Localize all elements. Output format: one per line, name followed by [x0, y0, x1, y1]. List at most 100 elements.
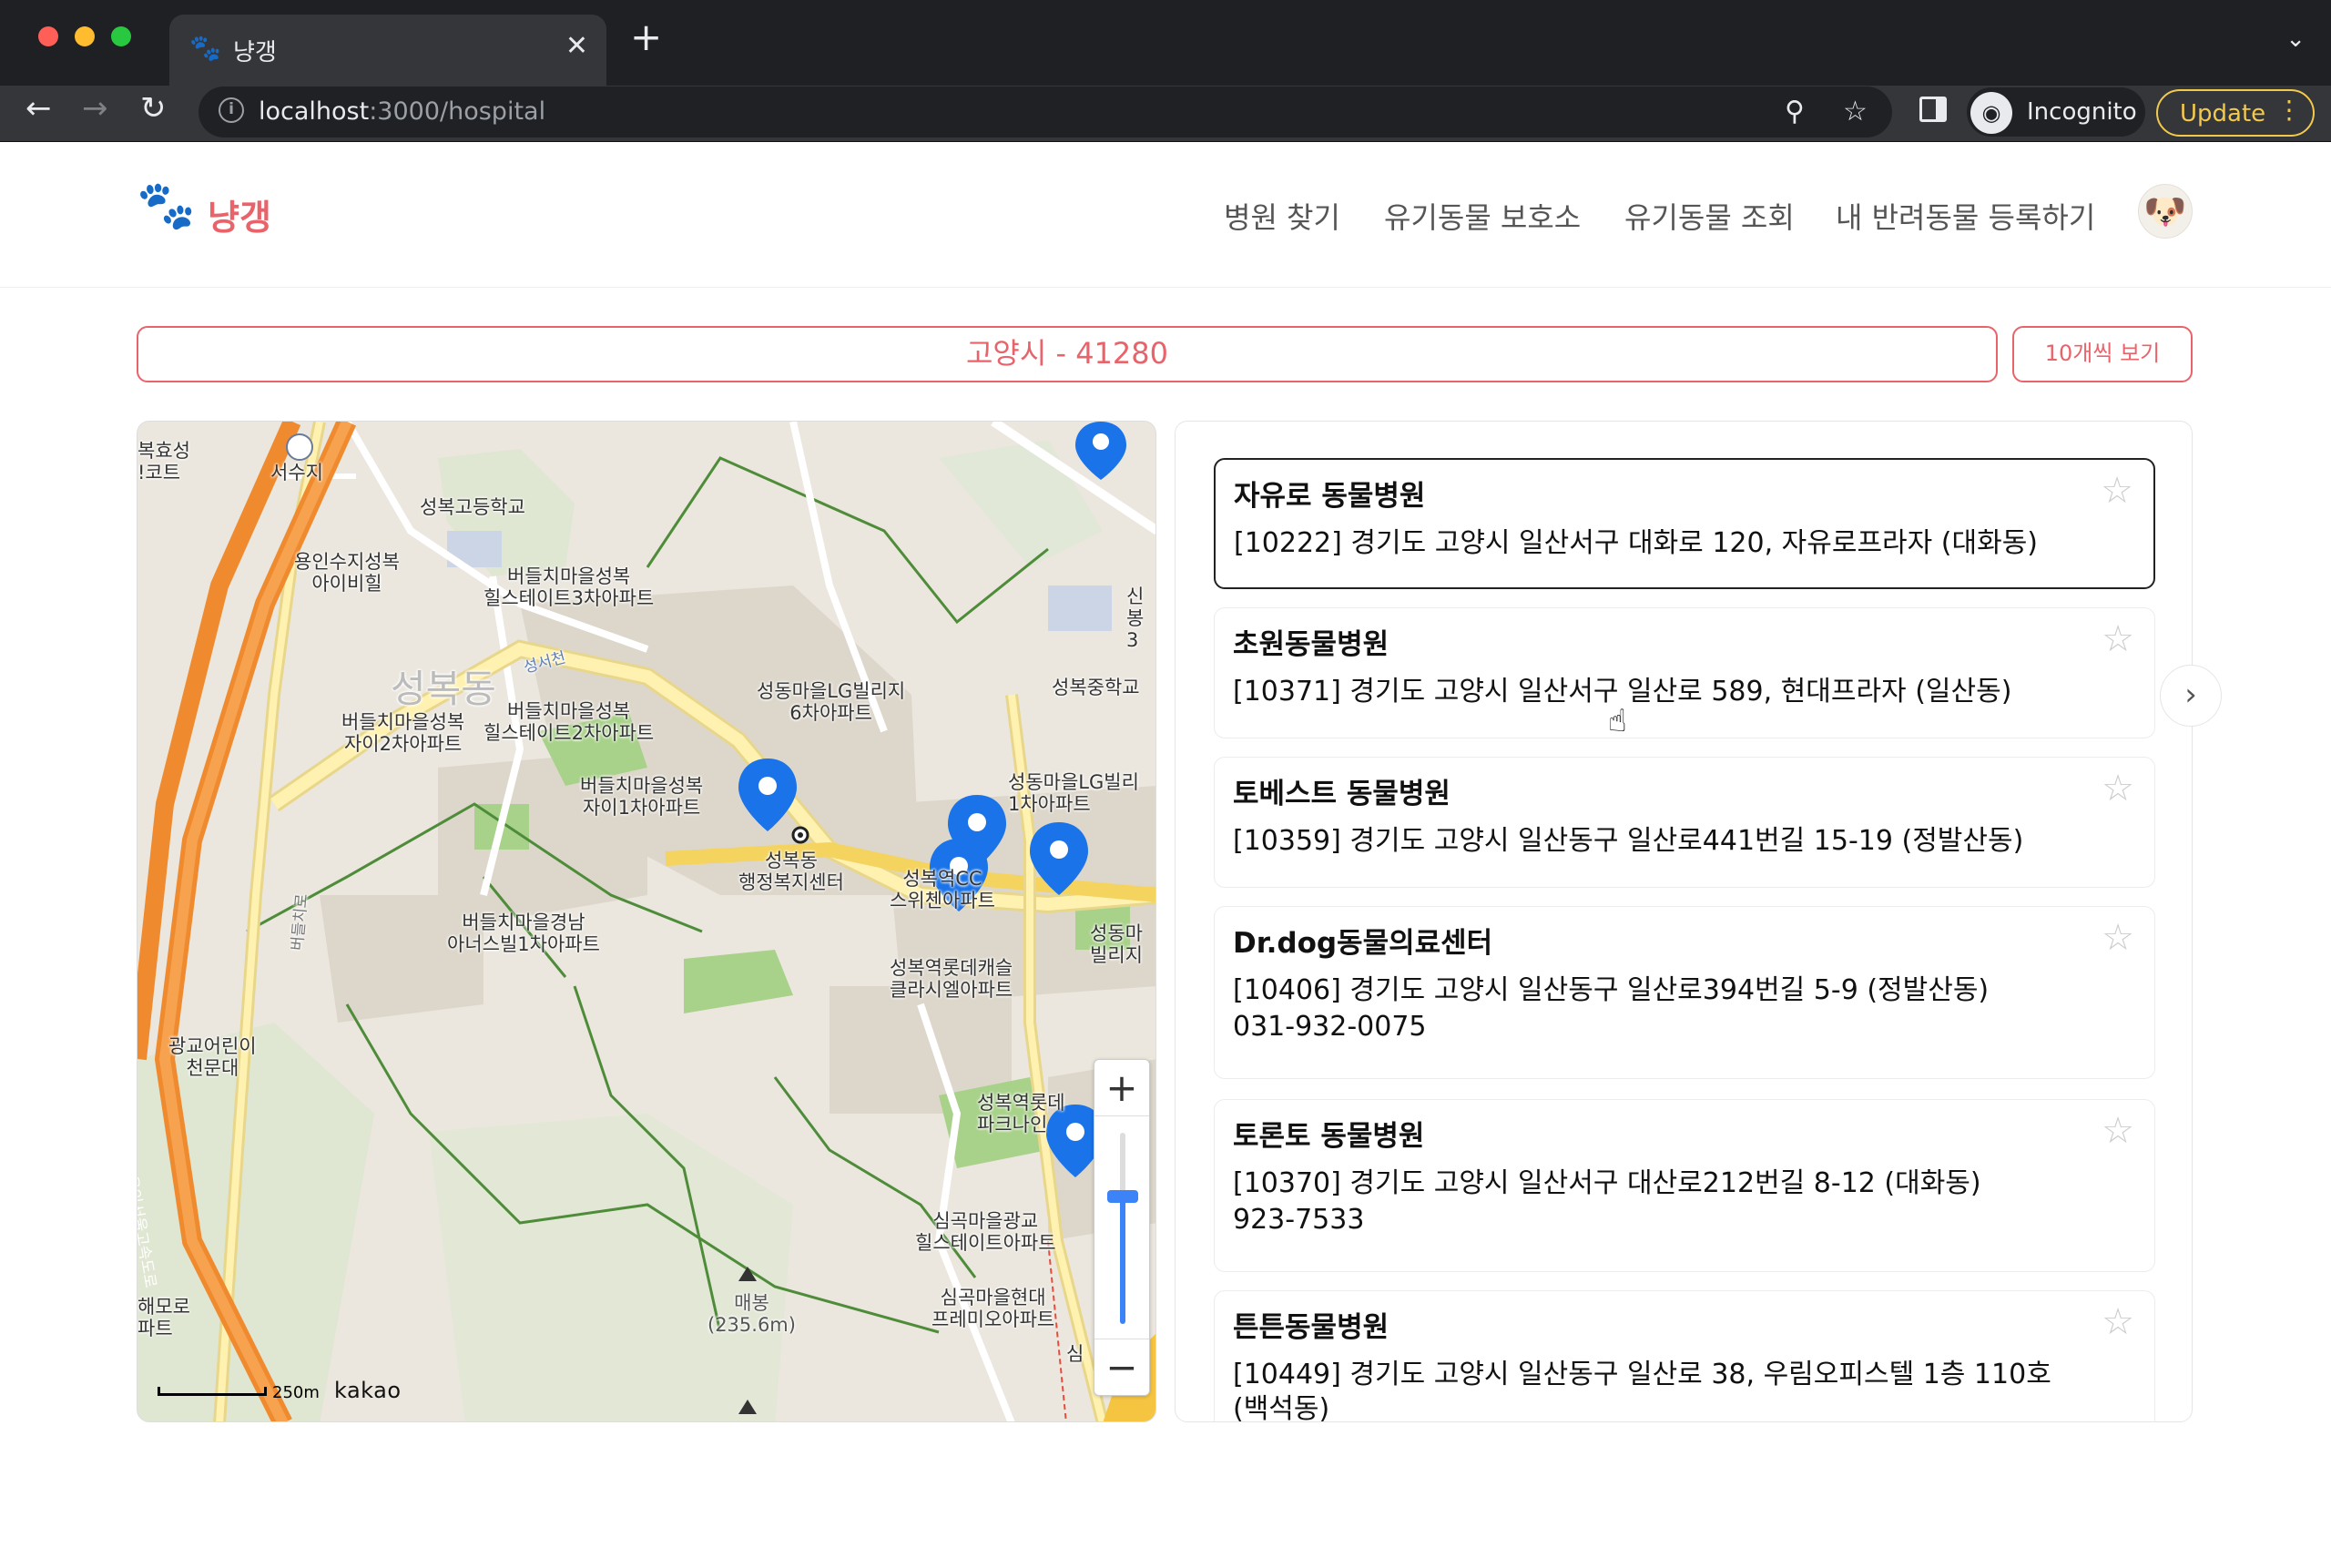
- browser-toolbar: ← → ↻ i localhost:3000/hospital ⚲ ☆ ◉ In…: [0, 86, 2331, 142]
- incognito-label: Incognito: [2027, 98, 2137, 126]
- hospital-card[interactable]: 튼튼동물병원 [10449] 경기도 고양시 일산동구 일산로 38, 우림오피…: [1214, 1290, 2155, 1422]
- map-label: 성복역롯데캐슬 클라시엘아파트: [890, 957, 1013, 1002]
- hospital-name: 토론토 동물병원: [1233, 1120, 1425, 1153]
- browser-tab[interactable]: 🐾 냥갱 ✕: [169, 15, 606, 86]
- site-header: 🐾 냥갱 병원 찾기 유기동물 보호소 유기동물 조회 내 반려동물 등록하기 …: [0, 142, 2331, 288]
- hospital-address: [10370] 경기도 고양시 일산서구 대산로212번길 8-12 (대화동): [1233, 1167, 1981, 1199]
- next-page-chevron-icon[interactable]: ›: [2160, 665, 2222, 727]
- map-label: 버들치마을성복 자이1차아파트: [580, 775, 704, 820]
- update-button[interactable]: Update ⋮: [2156, 89, 2315, 137]
- map-label: 용인수지성복 아이비힐: [294, 551, 400, 596]
- incognito-icon: ◉: [1970, 92, 2012, 134]
- hospital-name: 튼튼동물병원: [1233, 1311, 1389, 1344]
- hospital-address: [10449] 경기도 고양시 일산동구 일산로 38, 우림오피스텔 1층 1…: [1233, 1359, 2051, 1390]
- favorite-star-icon[interactable]: ☆: [2102, 1304, 2134, 1340]
- region-select[interactable]: 고양시 - 41280: [137, 326, 1998, 382]
- hospital-list: 자유로 동물병원 [10222] 경기도 고양시 일산서구 대화로 120, 자…: [1175, 421, 2193, 1422]
- map-label: 해모로 파트: [137, 1296, 190, 1340]
- hospital-card[interactable]: 자유로 동물병원 [10222] 경기도 고양시 일산서구 대화로 120, 자…: [1214, 458, 2155, 589]
- map-label: 버들치마을성복 힐스테이트2차아파트: [484, 700, 655, 745]
- paw-logo-icon[interactable]: 🐾: [137, 182, 196, 229]
- map-label-peak: 매봉 (235.6m): [707, 1292, 796, 1337]
- page: 🐾 냥갱 병원 찾기 유기동물 보호소 유기동물 조회 내 반려동물 등록하기 …: [0, 142, 2331, 1568]
- map[interactable]: 복효성 !코트 서수지 성복고등학교 용인수지성복 아이비힐 버들치마을성복 힐스테이…: [137, 421, 1156, 1422]
- hospital-card[interactable]: 토론토 동물병원 [10370] 경기도 고양시 일산서구 대산로212번길 8…: [1214, 1099, 2155, 1272]
- hospital-name: 초원동물병원: [1233, 628, 1389, 661]
- favorite-star-icon[interactable]: ☆: [2102, 770, 2134, 807]
- tab-close-icon[interactable]: ✕: [565, 30, 588, 62]
- nav-find-hospital[interactable]: 병원 찾기: [1224, 195, 1340, 237]
- incognito-badge[interactable]: ◉ Incognito: [1967, 87, 2145, 137]
- new-tab-plus-icon[interactable]: +: [630, 18, 662, 56]
- map-label: 성동마을LG빌리지 6차아파트: [757, 680, 906, 725]
- tab-search-chevron-icon[interactable]: ⌄: [2285, 25, 2306, 53]
- url-host: localhost: [259, 97, 370, 126]
- hospital-name: Dr.dog동물의료센터: [1233, 927, 1493, 960]
- map-scale-label: 250m: [272, 1383, 320, 1402]
- tab-title: 냥갱: [233, 39, 277, 66]
- reload-icon[interactable]: ↻: [140, 93, 167, 124]
- map-label: 서수지: [270, 462, 323, 484]
- avatar[interactable]: 🐶: [2138, 184, 2193, 239]
- map-label-district: 성복동: [391, 667, 496, 711]
- hospital-card[interactable]: Dr.dog동물의료센터 [10406] 경기도 고양시 일산동구 일산로394…: [1214, 906, 2155, 1079]
- map-label: 심: [1066, 1343, 1084, 1365]
- hospital-card[interactable]: 토베스트 동물병원 [10359] 경기도 고양시 일산동구 일산로441번길 …: [1214, 757, 2155, 888]
- hospital-name: 자유로 동물병원: [1234, 480, 1426, 513]
- nav-register-pet[interactable]: 내 반려동물 등록하기: [1836, 195, 2095, 237]
- url-text: localhost:3000/hospital: [259, 97, 545, 126]
- favorite-star-icon[interactable]: ☆: [2102, 920, 2134, 956]
- logo-text[interactable]: 냥갱: [208, 189, 271, 239]
- paw-favicon-icon: 🐾: [189, 33, 221, 63]
- map-scale-bar: [158, 1387, 267, 1396]
- hospital-phone: 923-7533: [1233, 1204, 1365, 1236]
- map-label: 성복동 행정복지센터: [738, 850, 844, 894]
- address-bar[interactable]: i localhost:3000/hospital ⚲ ☆: [198, 87, 1892, 137]
- browser-tab-bar: 🐾 냥갱 ✕ + ⌄: [0, 0, 2331, 86]
- nav-lost-animals[interactable]: 유기동물 조회: [1624, 195, 1795, 237]
- map-label: 성복고등학교: [420, 496, 525, 518]
- map-label: 버들치마을성복 자이2차아파트: [341, 711, 465, 756]
- hospital-card[interactable]: 초원동물병원 [10371] 경기도 고양시 일산서구 일산로 589, 현대프…: [1214, 607, 2155, 738]
- favorite-star-icon[interactable]: ☆: [2102, 621, 2134, 657]
- update-label: Update: [2180, 100, 2266, 127]
- map-label: 버들치마을경남 아너스빌1차아파트: [447, 911, 600, 956]
- map-label: 버들치마을성복 힐스테이트3차아파트: [484, 565, 655, 610]
- favorite-star-icon[interactable]: ☆: [2102, 1113, 2134, 1149]
- bookmark-star-icon[interactable]: ☆: [1843, 96, 1868, 127]
- hospital-phone: 031-932-0075: [1233, 1011, 1427, 1043]
- more-vert-icon[interactable]: ⋮: [2276, 97, 2302, 123]
- side-panel-icon[interactable]: [1919, 97, 1947, 122]
- hand-cursor-icon: ☝: [1608, 703, 1627, 739]
- map-label: 성복역롯데 파크나인: [977, 1092, 1065, 1136]
- zoom-slider-handle[interactable]: [1107, 1190, 1138, 1203]
- map-label: 성동마을LG빌리 1차아파트: [1008, 771, 1139, 816]
- window-maximize-button[interactable]: [111, 26, 131, 46]
- map-label: 성복역CC 스위첸아파트: [890, 868, 995, 912]
- location-pin-icon[interactable]: ⚲: [1785, 96, 1805, 127]
- hospital-address: [10359] 경기도 고양시 일산동구 일산로441번길 15-19 (정발산…: [1233, 825, 2024, 857]
- zoom-out-button[interactable]: −: [1094, 1339, 1149, 1395]
- map-label: 성복중학교: [1052, 677, 1140, 698]
- map-label: 신봉 3: [1126, 585, 1145, 652]
- nav-shelter[interactable]: 유기동물 보호소: [1384, 195, 1581, 237]
- map-label: 성동마 빌리지: [1090, 922, 1143, 967]
- kakao-attribution: kakao: [334, 1378, 402, 1403]
- hospital-name: 토베스트 동물병원: [1233, 778, 1451, 810]
- back-arrow-icon[interactable]: ←: [25, 93, 52, 124]
- zoom-in-button[interactable]: +: [1094, 1060, 1149, 1116]
- map-label: 심곡마을광교 힐스테이트아파트: [915, 1210, 1056, 1255]
- favorite-star-icon[interactable]: ☆: [2101, 473, 2133, 509]
- hospital-address: [10406] 경기도 고양시 일산동구 일산로394번길 5-9 (정발산동): [1233, 974, 1990, 1006]
- forward-arrow-icon[interactable]: →: [82, 93, 108, 124]
- view-10-button[interactable]: 10개씩 보기: [2012, 326, 2193, 382]
- hospital-address-cont: (백석동): [1233, 1393, 1330, 1422]
- hospital-address: [10222] 경기도 고양시 일산서구 대화로 120, 자유로프라자 (대화…: [1234, 527, 2039, 559]
- zoom-slider-fill: [1120, 1196, 1125, 1324]
- window-close-button[interactable]: [38, 26, 58, 46]
- map-label: 심곡마을현대 프레미오아파트: [931, 1287, 1055, 1331]
- site-info-icon[interactable]: i: [219, 97, 244, 123]
- zoom-control: + −: [1094, 1059, 1150, 1396]
- url-path: :3000/hospital: [369, 97, 546, 126]
- window-minimize-button[interactable]: [75, 26, 95, 46]
